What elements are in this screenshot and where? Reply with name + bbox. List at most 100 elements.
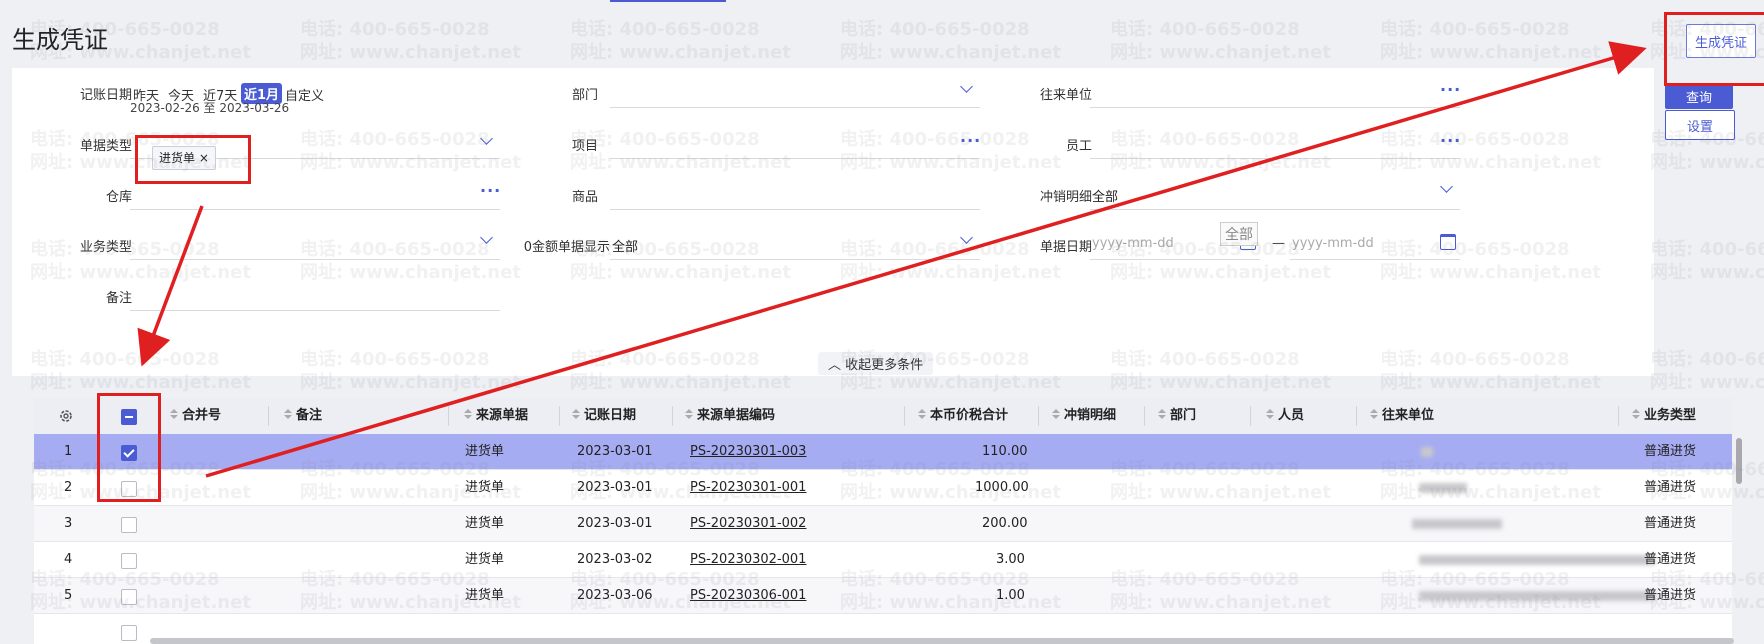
source-code-link[interactable]: PS-20230302-001: [690, 542, 806, 577]
doc-type-label: 单据类型: [79, 139, 132, 154]
redacted-partner: [1419, 591, 1655, 601]
ellipsis-icon[interactable]: ···: [1440, 82, 1461, 98]
zero-amount-underline: [610, 259, 980, 260]
ellipsis-icon[interactable]: ···: [960, 133, 981, 149]
query-button[interactable]: 查询: [1665, 83, 1733, 109]
post-date-cell: 2023-03-06: [577, 588, 653, 603]
source-code-link[interactable]: PS-20230301-003: [690, 434, 806, 469]
redacted-partner: [1421, 447, 1433, 457]
page-title: 生成凭证: [12, 26, 108, 54]
watermark-text: 电话: 400-665-0028网址: www.chanjet.net: [300, 19, 521, 64]
collapse-conditions-toggle[interactable]: ︿ 收起更多条件: [818, 352, 934, 375]
col-biz-type[interactable]: 业务类型: [1632, 398, 1696, 434]
row-checkbox[interactable]: [121, 625, 137, 641]
ellipsis-icon[interactable]: ···: [1440, 133, 1461, 149]
col-post-date[interactable]: 记账日期: [572, 398, 636, 434]
col-dept[interactable]: 部门: [1158, 398, 1196, 434]
chevron-down-icon[interactable]: [1440, 180, 1453, 193]
sort-icon[interactable]: [572, 409, 578, 419]
chevron-down-icon[interactable]: [960, 231, 973, 244]
post-date-cell: 2023-03-01: [577, 444, 653, 459]
column-divider: [1038, 406, 1039, 426]
col-partner[interactable]: 往来单位: [1370, 398, 1434, 434]
ellipsis-icon[interactable]: ···: [480, 183, 501, 199]
table-row[interactable]: 4 进货单 2023-03-02 PS-20230302-001 3.00 普通…: [34, 542, 1732, 578]
vertical-scrollbar[interactable]: [1736, 438, 1742, 484]
source-code-link[interactable]: PS-20230301-001: [690, 470, 806, 505]
project-input[interactable]: [610, 158, 980, 159]
col-amount[interactable]: 本币价税合计: [918, 398, 1008, 434]
sort-icon[interactable]: [170, 409, 176, 419]
biz-type-cell: 普通进货: [1644, 588, 1697, 603]
gear-icon[interactable]: [58, 398, 74, 434]
sort-icon[interactable]: [1158, 409, 1164, 419]
watermark-text: 电话: 400-665-0028网址: www.chanjet.net: [1650, 239, 1764, 284]
col-remark[interactable]: 备注: [284, 398, 322, 434]
biz-type-label: 业务类型: [79, 240, 132, 255]
row-checkbox[interactable]: [121, 517, 137, 533]
partner-input[interactable]: [1090, 107, 1460, 108]
sort-icon[interactable]: [284, 409, 290, 419]
redacted-partner: [1412, 519, 1502, 529]
biz-type-cell: 普通进货: [1644, 480, 1697, 495]
sort-icon[interactable]: [1370, 409, 1376, 419]
col-person[interactable]: 人员: [1266, 398, 1304, 434]
source-doc-cell: 进货单: [465, 588, 505, 603]
amount-cell: 3.00: [996, 552, 1025, 567]
watermark-text: 电话: 400-665-0028网址: www.chanjet.net: [840, 19, 1061, 64]
col-source-code[interactable]: 来源单据编码: [685, 398, 775, 434]
remark-input[interactable]: [130, 310, 500, 311]
table-row[interactable]: 5 进货单 2023-03-06 PS-20230306-001 1.00 普通…: [34, 578, 1732, 614]
bill-date-to-underline: [1290, 259, 1460, 260]
annotation-box-doc-type: [135, 135, 251, 184]
table-row[interactable]: 3 进货单 2023-03-01 PS-20230301-002 200.00 …: [34, 506, 1732, 542]
col-merge-no[interactable]: 合并号: [170, 398, 221, 434]
redacted-partner: [1419, 555, 1655, 565]
employee-input[interactable]: [1090, 158, 1460, 159]
writeoff-value[interactable]: 全部: [1092, 186, 1118, 205]
row-number: 4: [64, 552, 73, 567]
warehouse-input[interactable]: [130, 209, 500, 210]
table-row[interactable]: 1 进货单 2023-03-01 PS-20230301-003 110.00 …: [34, 434, 1732, 470]
date-range-text: 2023-02-26 至 2023-03-26: [130, 101, 290, 115]
sort-icon[interactable]: [1052, 409, 1058, 419]
column-divider: [1356, 406, 1357, 426]
bill-date-from-input[interactable]: yyyy-mm-dd: [1092, 236, 1174, 251]
bill-date-label: 单据日期: [1039, 240, 1092, 255]
col-writeoff[interactable]: 冲销明细: [1052, 398, 1116, 434]
sort-icon[interactable]: [1632, 409, 1638, 419]
sort-icon[interactable]: [685, 409, 691, 419]
dept-label: 部门: [572, 88, 599, 103]
annotation-box-checkbox: [97, 393, 161, 502]
col-source-doc[interactable]: 来源单据: [464, 398, 528, 434]
biz-type-select[interactable]: [130, 259, 500, 260]
row-checkbox[interactable]: [121, 553, 137, 569]
chevron-down-icon[interactable]: [480, 132, 493, 145]
goods-input[interactable]: [610, 209, 980, 210]
collapse-label: 收起更多条件: [845, 358, 924, 373]
calendar-icon[interactable]: [1440, 234, 1456, 250]
bill-date-to-input[interactable]: yyyy-mm-dd: [1292, 236, 1374, 251]
sort-icon[interactable]: [918, 409, 924, 419]
source-doc-cell: 进货单: [465, 444, 505, 459]
sort-icon[interactable]: [464, 409, 470, 419]
source-doc-cell: 进货单: [465, 516, 505, 531]
amount-cell: 1.00: [996, 588, 1025, 603]
source-code-link[interactable]: PS-20230306-001: [690, 578, 806, 613]
sort-icon[interactable]: [1266, 409, 1272, 419]
column-divider: [1618, 406, 1619, 426]
column-divider: [1144, 406, 1145, 426]
settings-button[interactable]: 设置: [1665, 110, 1735, 140]
dept-select[interactable]: [610, 107, 980, 108]
post-date-cell: 2023-03-01: [577, 516, 653, 531]
chevron-down-icon[interactable]: [960, 80, 973, 93]
watermark-text: 电话: 400-665-0028网址: www.chanjet.net: [570, 19, 791, 64]
row-checkbox[interactable]: [121, 589, 137, 605]
biz-type-cell: 普通进货: [1644, 552, 1697, 567]
chevron-down-icon[interactable]: [480, 231, 493, 244]
zero-amount-value[interactable]: 全部: [612, 236, 638, 255]
chevron-up-icon: ︿: [828, 358, 842, 373]
table-row[interactable]: 2 进货单 2023-03-01 PS-20230301-001 1000.00…: [34, 470, 1732, 506]
horizontal-scrollbar[interactable]: [150, 638, 1734, 644]
source-code-link[interactable]: PS-20230301-002: [690, 506, 806, 541]
